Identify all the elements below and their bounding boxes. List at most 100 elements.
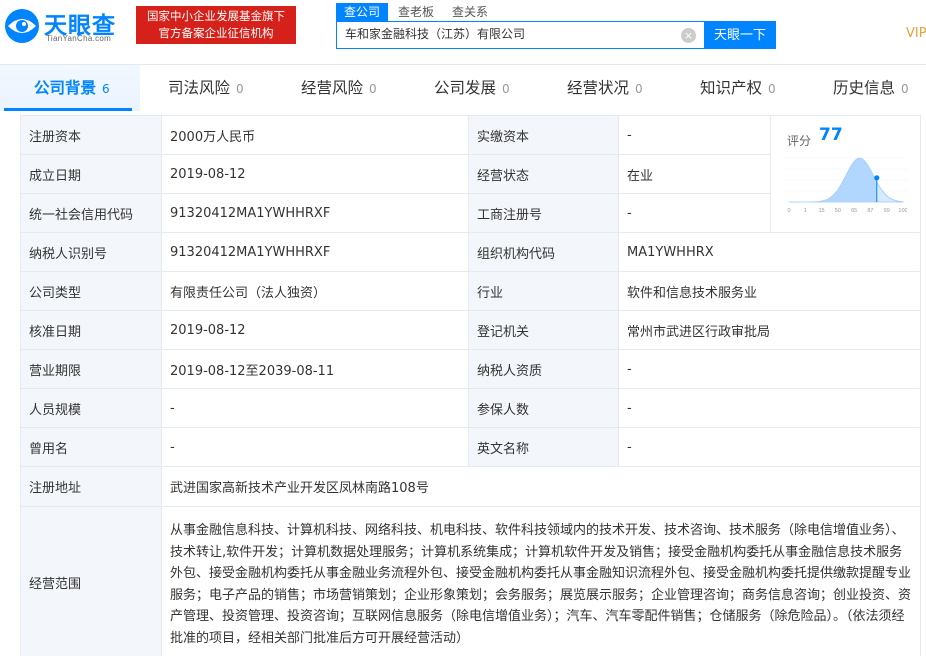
gov-badge-line2: 官方备案企业征信机构 [158,26,274,40]
score-axis-tick: 87 [867,208,873,214]
former-name-label: 曾用名 [20,427,162,467]
paid-capital-value: - [618,115,771,155]
taxpayer-qual-value: - [618,349,921,389]
site-logo[interactable]: 天眼查 TianYanCha.com [2,4,130,46]
tab-count: 0 [901,82,909,96]
insured-label: 参保人数 [468,388,619,428]
table-row: 曾用名 - 英文名称 - [20,427,921,467]
gov-badge-line1: 国家中小企业发展基金旗下 [147,9,285,23]
credit-code-value: 91320412MA1YWHHRXF [161,193,469,233]
search-box: × [336,21,704,49]
taxpayer-id-label: 纳税人识别号 [20,232,162,272]
biz-reg-no-label: 工商注册号 [468,193,619,233]
score-axis-tick: 99 [884,208,890,214]
company-section-nav: 公司背景 6 司法风险 0 经营风险 0 公司发展 0 经营状况 0 知识产权 0 历史信息… [0,64,926,111]
top-header: 天眼查 TianYanCha.com 国家中小企业发展基金旗下 官方备案企业征信… [0,0,926,56]
paid-capital-label: 实缴资本 [468,115,619,155]
vip-link[interactable]: VIP [906,26,926,41]
score-axis-tick: 50 [835,208,841,214]
industry-label: 行业 [468,271,619,311]
scope-label: 经营范围 [20,506,162,656]
tab-label: 经营状况 [567,79,630,97]
search-type-tabs: 查公司 查老板 查关系 [336,3,498,21]
tab-development[interactable]: 公司发展 0 [434,65,510,111]
tab-label: 公司发展 [434,79,497,97]
tab-label: 知识产权 [700,79,763,97]
score-axis-tick: 15 [819,208,825,214]
address-value: 武进国家高新技术产业开发区凤林南路108号 [161,466,921,507]
score-marker-dot [874,175,880,181]
table-row: 人员规模 - 参保人数 - [20,388,921,428]
active-tab-underline [4,108,132,111]
score-axis-tick: 0 [787,208,790,214]
english-name-label: 英文名称 [468,427,619,467]
tab-company-background[interactable]: 公司背景 6 [34,65,110,111]
tab-count: 0 [369,82,377,96]
tab-operations[interactable]: 经营状况 0 [567,65,643,111]
tab-ip[interactable]: 知识产权 0 [700,65,776,111]
insured-value: - [618,388,921,428]
score-distribution-chart: 0 1 15 50 65 87 99 100 [785,157,907,214]
business-info-table: 注册资本 2000万人民币 实缴资本 - 评分 77 0 1 15 50 65 87 99 1… [20,115,921,656]
logo-domain: TianYanCha.com [46,34,112,43]
term-label: 营业期限 [20,349,162,389]
authority-value: 常州市武进区行政审批局 [618,310,921,350]
reg-capital-label: 注册资本 [20,115,162,155]
search-tab-boss[interactable]: 查老板 [390,3,442,21]
score-axis-tick: 1 [804,208,807,214]
industry-value: 软件和信息技术服务业 [618,271,921,311]
table-row: 经营范围 从事金融信息科技、计算机科技、网络科技、机电科技、软件科技领域内的技术… [20,506,921,656]
eye-logo-icon [5,9,39,43]
table-row: 公司类型 有限责任公司（法人独资） 行业 软件和信息技术服务业 [20,271,921,311]
score-axis-tick: 65 [851,208,857,214]
score-panel[interactable]: 评分 77 0 1 15 50 65 87 99 100 [770,115,921,233]
search-tab-relation[interactable]: 查关系 [444,3,496,21]
credit-code-label: 统一社会信用代码 [20,193,162,233]
company-type-label: 公司类型 [20,271,162,311]
est-date-value: 2019-08-12 [161,154,469,194]
table-row: 注册资本 2000万人民币 实缴资本 - 评分 77 0 1 15 50 65 87 99 1… [20,115,921,233]
tab-count: 0 [236,82,244,96]
tab-count: 0 [768,82,776,96]
staff-size-value: - [161,388,469,428]
search-button[interactable]: 天眼一下 [704,21,776,49]
taxpayer-qual-label: 纳税人资质 [468,349,619,389]
table-row: 注册地址 武进国家高新技术产业开发区凤林南路108号 [20,466,921,507]
term-value: 2019-08-12至2039-08-11 [161,349,469,389]
clear-icon[interactable]: × [681,28,696,43]
authority-label: 登记机关 [468,310,619,350]
tab-count: 0 [635,82,643,96]
table-row: 营业期限 2019-08-12至2039-08-11 纳税人资质 - [20,349,921,389]
gov-badge[interactable]: 国家中小企业发展基金旗下 官方备案企业征信机构 [136,6,296,44]
status-label: 经营状态 [468,154,619,194]
address-label: 注册地址 [20,466,162,507]
est-date-label: 成立日期 [20,154,162,194]
tab-label: 经营风险 [301,79,364,97]
search-input[interactable] [345,22,675,47]
approval-date-value: 2019-08-12 [161,310,469,350]
approval-date-label: 核准日期 [20,310,162,350]
taxpayer-id-value: 91320412MA1YWHHRXF [161,232,469,272]
tab-judicial-risk[interactable]: 司法风险 0 [168,65,244,111]
staff-size-label: 人员规模 [20,388,162,428]
biz-reg-no-value: - [618,193,771,233]
score-value: 77 [819,125,843,145]
english-name-value: - [618,427,921,467]
reg-capital-value: 2000万人民币 [161,115,469,155]
table-row: 纳税人识别号 91320412MA1YWHHRXF 组织机构代码 MA1YWHH… [20,232,921,272]
tab-business-risk[interactable]: 经营风险 0 [301,65,377,111]
tab-history[interactable]: 历史信息 0 [833,65,909,111]
search-tab-company[interactable]: 查公司 [336,3,389,21]
status-value: 在业 [618,154,771,194]
table-row: 核准日期 2019-08-12 登记机关 常州市武进区行政审批局 [20,310,921,350]
company-type-value: 有限责任公司（法人独资） [161,271,469,311]
org-code-value: MA1YWHHRX [618,232,921,272]
org-code-label: 组织机构代码 [468,232,619,272]
tab-label: 司法风险 [168,79,231,97]
tab-count: 0 [502,82,510,96]
tab-label: 历史信息 [833,79,896,97]
tab-label: 公司背景 [34,79,97,97]
score-axis-tick: 100 [898,208,907,214]
former-name-value: - [161,427,469,467]
scope-value: 从事金融信息科技、计算机科技、网络科技、机电科技、软件科技领域内的技术开发、技术… [161,506,921,656]
